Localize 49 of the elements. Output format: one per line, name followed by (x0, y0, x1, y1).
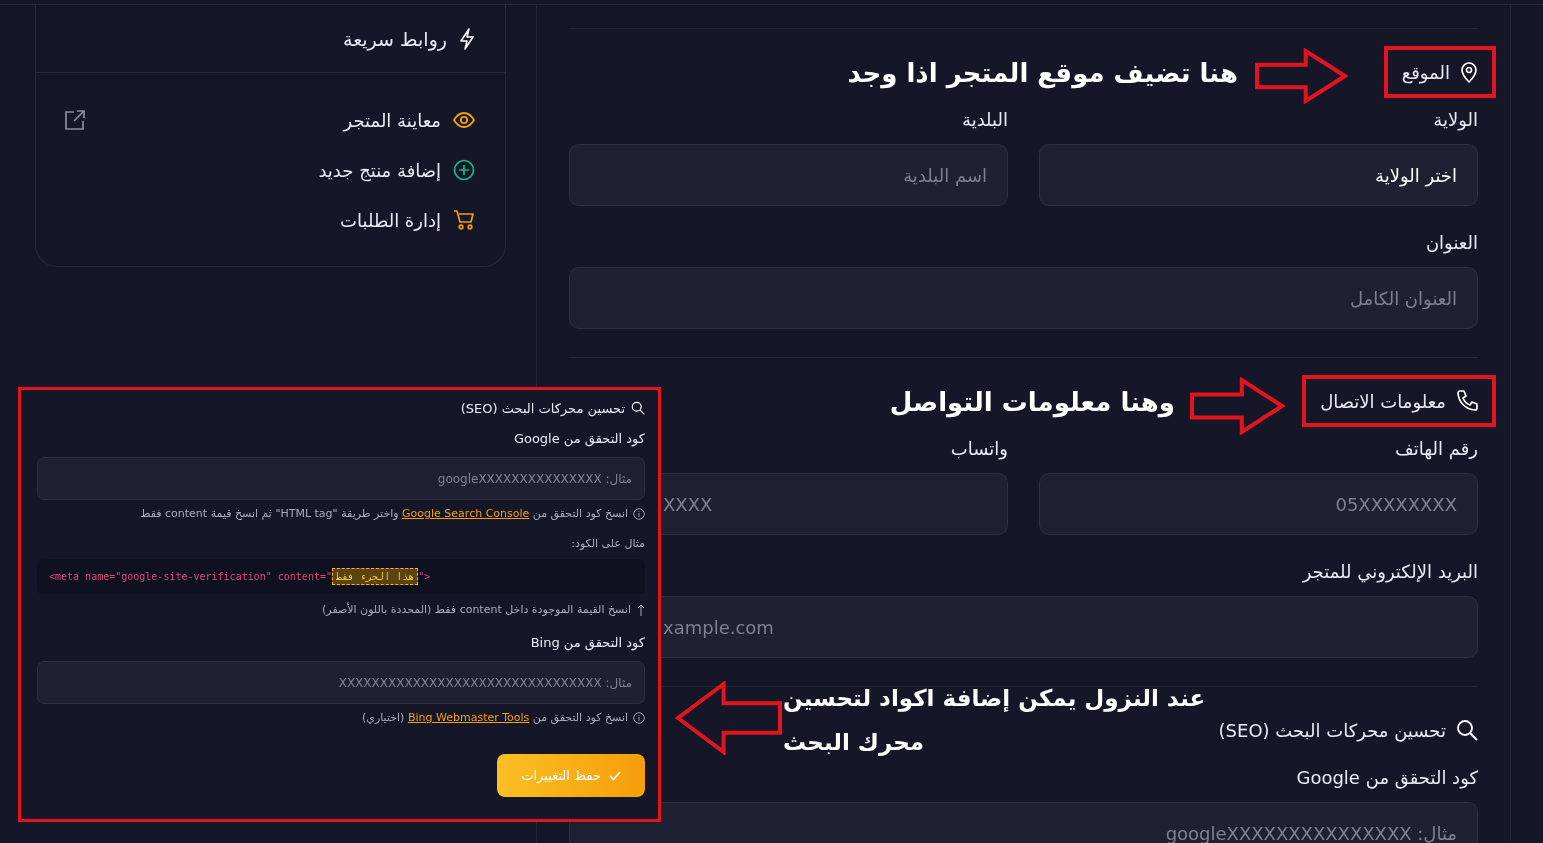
input-field[interactable]: XXXX (661, 473, 1008, 535)
quick-link[interactable]: إدارة الطلبات (340, 209, 441, 231)
field-label: كود التحقق من Google (1296, 767, 1478, 789)
eye-icon (453, 112, 475, 128)
card-title: روابط سريعة (342, 27, 447, 50)
link[interactable]: Bing Webmaster Tools (407, 711, 530, 724)
cart-icon (453, 209, 475, 231)
input-field[interactable]: مثال: XXXXXXXXXXXXXXXXXXXXXXXXXXXXXXXX (37, 661, 645, 704)
info-icon (633, 711, 645, 724)
annotation-text: هنا تضيف موقع المتجر اذا وجد (847, 57, 1238, 91)
example-label: مثال على الكود: (570, 537, 645, 550)
field-label: العنوان (1425, 232, 1478, 254)
search-icon (1456, 719, 1478, 741)
field-label: كود التحقق من Bing (529, 634, 645, 652)
quick-link[interactable]: معاينة المتجر (343, 109, 441, 131)
search-icon (631, 401, 645, 415)
input-field[interactable]: مثال: googleXXXXXXXXXXXXXXX (569, 802, 1478, 843)
field-label: الولاية (1433, 109, 1478, 131)
arrow-icon (675, 681, 783, 755)
info-icon (633, 507, 645, 520)
note-text: انسخ القيمة الموجودة داخل content فقط (المحددة باللون الأصفر) (322, 603, 631, 616)
section-title: معلومات الاتصال (1320, 390, 1446, 412)
arrow-icon (1189, 377, 1285, 435)
check-icon (609, 770, 621, 781)
phone-icon (1456, 390, 1478, 412)
field-label: رقم الهاتف (1395, 438, 1478, 460)
link[interactable]: Google Search Console (402, 507, 530, 520)
section-title: الموقع (1401, 61, 1450, 83)
field-label: كود التحقق من Google (512, 430, 645, 448)
section-title: تحسين محركات البحث (SEO) (1218, 719, 1446, 741)
input-field[interactable]: xample.com (661, 596, 1478, 658)
input-field[interactable]: مثال: googleXXXXXXXXXXXXXXX (37, 457, 645, 500)
plus-circle-icon (453, 159, 475, 181)
field-label: واتساب (950, 438, 1008, 460)
lightning-icon (459, 27, 475, 50)
section-title: تحسين محركات البحث (SEO) (460, 400, 625, 416)
input-field[interactable]: اسم البلدية (569, 144, 1008, 206)
external-link-icon[interactable] (64, 109, 86, 131)
input-field[interactable]: العنوان الكامل (569, 267, 1478, 329)
select-field[interactable]: اختر الولاية (1039, 144, 1478, 206)
arrow-up-icon (637, 603, 645, 616)
map-pin-icon (1460, 61, 1478, 83)
annotation-text: وهنا معلومات التواصل (889, 386, 1175, 420)
annotation-text: عند النزول يمكن إضافة اكواد لتحسين محرك البحث (783, 684, 1207, 758)
field-label: البريد الإلكتروني للمتجر (1302, 561, 1478, 583)
arrow-icon (1254, 48, 1348, 104)
quick-link[interactable]: إضافة منتج جديد (318, 159, 441, 181)
input-field[interactable]: 05XXXXXXXX (1039, 473, 1478, 535)
field-label: البلدية (962, 109, 1008, 131)
